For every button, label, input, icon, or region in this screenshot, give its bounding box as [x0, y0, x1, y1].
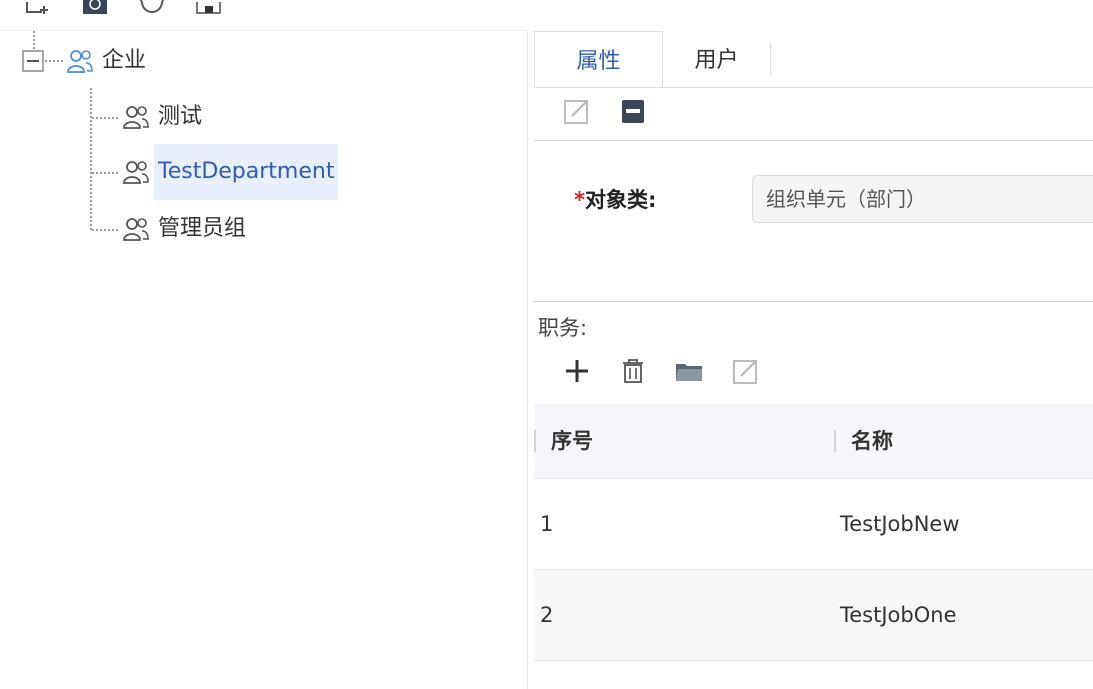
table-header: 序号 名称: [534, 404, 1093, 479]
cell-name: TestJobNew: [840, 512, 960, 536]
cell-index: 1: [540, 512, 554, 536]
tree-node-label: 管理员组: [158, 216, 247, 241]
properties-toolbar: [534, 88, 1093, 141]
folder-icon[interactable]: [674, 356, 704, 386]
tree-connector: [45, 60, 63, 62]
table-row[interactable]: 2 TestJobOne: [534, 570, 1093, 661]
person-group-icon: [123, 218, 149, 241]
person-group-icon: [67, 50, 93, 73]
cell-name: TestJobOne: [840, 603, 957, 627]
tree-node-test[interactable]: 测试: [122, 89, 206, 145]
column-header-index[interactable]: 序号: [551, 404, 593, 478]
table-row[interactable]: 1 TestJobNew: [534, 479, 1093, 570]
org-tree-pane: [0, 31, 528, 689]
trash-icon[interactable]: [618, 356, 648, 386]
tree-node-label: 企业: [102, 48, 147, 73]
tree-connector: [92, 229, 118, 231]
tree-node-testdepartment[interactable]: TestDepartment: [122, 144, 339, 200]
edit-icon[interactable]: [562, 96, 592, 126]
column-divider: [834, 430, 836, 452]
tab-users[interactable]: 用户: [663, 31, 770, 87]
layout-icon[interactable]: [195, 0, 223, 16]
column-header-name[interactable]: 名称: [851, 404, 893, 478]
cell-index: 2: [540, 603, 554, 627]
required-mark: *: [574, 188, 585, 212]
tree-connector: [33, 31, 35, 49]
tab-properties[interactable]: 属性: [534, 31, 663, 87]
section-divider: [534, 301, 1093, 302]
edit-icon[interactable]: [731, 356, 761, 386]
person-group-icon: [123, 161, 149, 184]
detail-tabs: 属性 用户: [534, 31, 1093, 88]
top-toolbar: [0, 0, 527, 31]
jobs-table: 序号 名称 1 TestJobNew 2 TestJobOne: [534, 404, 1093, 661]
tree-node-label: TestDepartment: [154, 144, 339, 200]
jobs-section-title: 职务:: [538, 316, 588, 340]
save-icon[interactable]: [618, 96, 648, 126]
object-class-field[interactable]: 组织单元（部门）: [752, 175, 1093, 223]
tree-node-admin-group[interactable]: 管理员组: [122, 201, 250, 257]
tree-connector: [92, 172, 118, 174]
refresh-icon[interactable]: [138, 0, 166, 16]
tree-node-label: 测试: [158, 104, 203, 129]
tree-connector: [92, 117, 118, 119]
column-divider: [534, 430, 536, 452]
tree-node-root[interactable]: 企业: [66, 33, 150, 89]
object-class-label: *对象类:: [574, 188, 657, 212]
plus-icon[interactable]: [562, 356, 592, 386]
tree-connector: [90, 88, 92, 230]
person-group-icon: [123, 106, 149, 129]
collapse-icon[interactable]: [22, 50, 44, 72]
tab-divider: [770, 43, 771, 75]
badge-icon[interactable]: [81, 0, 109, 16]
add-org-icon[interactable]: [24, 0, 52, 16]
